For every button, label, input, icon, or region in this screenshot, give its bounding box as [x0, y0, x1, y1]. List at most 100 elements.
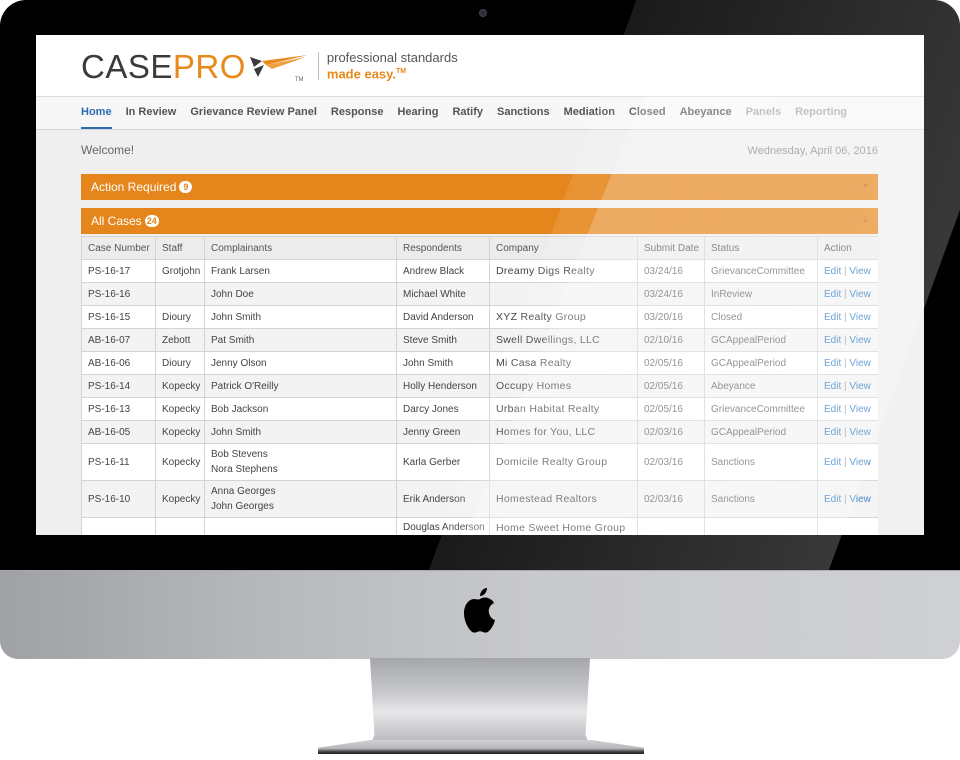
- logo-divider: [317, 52, 319, 80]
- cell-staff: Dioury: [155, 305, 205, 329]
- complainant-name: Nora Stephens: [211, 464, 278, 475]
- welcome-text: Welcome!: [81, 143, 135, 157]
- cell-status: GrievanceCommittee: [704, 397, 818, 421]
- cell-action: Edit | View: [817, 282, 878, 306]
- edit-link[interactable]: Edit: [824, 381, 841, 392]
- cell-staff: [155, 282, 205, 306]
- cell-status: [704, 517, 818, 535]
- cell-case-number: PS-16-15: [81, 305, 156, 329]
- column-header-staff[interactable]: Staff: [155, 236, 205, 260]
- tagline-trademark: TM: [396, 67, 407, 75]
- cell-company: Homestead Realtors: [489, 480, 638, 518]
- column-header-action[interactable]: Action: [817, 236, 878, 260]
- edit-link[interactable]: Edit: [824, 427, 841, 438]
- table-row[interactable]: PS-16-11 Kopecky Bob Stevens Nora Stephens K…: [81, 443, 878, 481]
- cell-submit-date: 02/05/16: [637, 397, 705, 421]
- cell-submit-date: 02/03/16: [637, 443, 705, 481]
- edit-link[interactable]: Edit: [824, 289, 841, 300]
- table-row[interactable]: Douglas Anderson Home Sweet Home Group: [81, 517, 878, 535]
- cell-action: Edit | View: [817, 305, 878, 329]
- logo-trademark: TM: [294, 77, 304, 83]
- view-link[interactable]: View: [849, 335, 871, 346]
- cell-complainants: John Doe: [204, 282, 397, 306]
- cell-case-number: PS-16-16: [81, 282, 156, 306]
- cell-action: Edit | View: [817, 420, 878, 444]
- cell-submit-date: 02/10/16: [637, 328, 705, 352]
- nav-tab-closed[interactable]: Closed: [629, 97, 666, 129]
- cell-respondents: David Anderson: [396, 305, 490, 329]
- cell-respondents: John Smith: [396, 351, 490, 375]
- edit-link[interactable]: Edit: [824, 266, 841, 277]
- view-link[interactable]: View: [849, 266, 871, 277]
- view-link[interactable]: View: [849, 427, 871, 438]
- cell-case-number: PS-16-11: [81, 443, 156, 481]
- column-header-respondents[interactable]: Respondents: [396, 236, 490, 260]
- table-row[interactable]: PS-16-14 Kopecky Patrick O'Reilly Holly Hen…: [81, 374, 878, 398]
- nav-tab-in-review[interactable]: In Review: [126, 97, 177, 129]
- cell-staff: [155, 517, 205, 535]
- cell-respondents: Andrew Black: [396, 259, 490, 283]
- view-link[interactable]: View: [849, 381, 871, 392]
- current-date: Wednesday, April 06, 2016: [747, 145, 878, 157]
- table-row[interactable]: PS-16-16 John Doe Michael White 03/24/16 InR…: [81, 282, 878, 306]
- nav-tab-panels[interactable]: Panels: [746, 97, 781, 129]
- chevron-down-icon[interactable]: ▼: [862, 174, 869, 200]
- table-row[interactable]: PS-16-17 Grotjohn Frank Larsen Andrew Black…: [81, 259, 878, 283]
- cell-staff: Kopecky: [155, 420, 205, 444]
- edit-link[interactable]: Edit: [824, 358, 841, 369]
- view-link[interactable]: View: [849, 358, 871, 369]
- nav-tab-hearing[interactable]: Hearing: [397, 97, 438, 129]
- edit-link[interactable]: Edit: [824, 335, 841, 346]
- chevron-up-icon[interactable]: ▲: [862, 208, 869, 234]
- casepro-logo[interactable]: CASE PRO TM professional standards made e…: [81, 49, 458, 84]
- column-header-complainants[interactable]: Complainants: [204, 236, 397, 260]
- column-header-submit-date[interactable]: Submit Date: [637, 236, 705, 260]
- view-link[interactable]: View: [849, 457, 871, 468]
- cell-company: Dreamy Digs Realty: [489, 259, 638, 283]
- view-link[interactable]: View: [849, 289, 871, 300]
- action-required-panel-header[interactable]: Action Required 9 ▼: [81, 174, 878, 200]
- cell-staff: Grotjohn: [155, 259, 205, 283]
- nav-tab-ratify[interactable]: Ratify: [452, 97, 483, 129]
- cell-action: Edit | View: [817, 480, 878, 518]
- all-cases-panel-header[interactable]: All Cases 24 ▲: [81, 208, 878, 234]
- cell-staff: Kopecky: [155, 443, 205, 481]
- table-row[interactable]: AB-16-07 Zebott Pat Smith Steve Smith Swell …: [81, 328, 878, 352]
- cell-company: XYZ Realty Group: [489, 305, 638, 329]
- action-separator: |: [844, 334, 847, 346]
- cell-case-number: AB-16-07: [81, 328, 156, 352]
- cell-respondents: Erik Anderson: [396, 480, 490, 518]
- table-row[interactable]: PS-16-13 Kopecky Bob Jackson Darcy Jones Urb…: [81, 397, 878, 421]
- cell-action: Edit | View: [817, 374, 878, 398]
- cell-submit-date: 02/03/16: [637, 480, 705, 518]
- nav-tab-abeyance[interactable]: Abeyance: [680, 97, 732, 129]
- nav-tab-response[interactable]: Response: [331, 97, 384, 129]
- nav-tab-grievance-review-panel[interactable]: Grievance Review Panel: [190, 97, 317, 129]
- edit-link[interactable]: Edit: [824, 312, 841, 323]
- cell-case-number: PS-16-14: [81, 374, 156, 398]
- nav-tab-mediation[interactable]: Mediation: [564, 97, 615, 129]
- cell-company: Urban Habitat Realty: [489, 397, 638, 421]
- nav-tab-reporting[interactable]: Reporting: [795, 97, 847, 129]
- table-row[interactable]: PS-16-10 Kopecky Anna Georges John Georges E…: [81, 480, 878, 518]
- cell-submit-date: 02/05/16: [637, 374, 705, 398]
- column-header-company[interactable]: Company: [489, 236, 638, 260]
- cell-complainants: Anna Georges John Georges: [204, 480, 397, 518]
- nav-items: Home In Review Grievance Review Panel Respo…: [81, 97, 861, 129]
- nav-tab-sanctions[interactable]: Sanctions: [497, 97, 550, 129]
- action-separator: |: [844, 357, 847, 369]
- nav-tab-home[interactable]: Home: [81, 97, 112, 129]
- view-link[interactable]: View: [849, 404, 871, 415]
- edit-link[interactable]: Edit: [824, 457, 841, 468]
- view-link[interactable]: View: [849, 312, 871, 323]
- cell-action: Edit | View: [817, 351, 878, 375]
- column-header-status[interactable]: Status: [704, 236, 818, 260]
- view-link[interactable]: View: [849, 494, 871, 505]
- table-row[interactable]: PS-16-15 Dioury John Smith David Anderson XY…: [81, 305, 878, 329]
- table-row[interactable]: AB-16-05 Kopecky John Smith Jenny Green Home…: [81, 420, 878, 444]
- edit-link[interactable]: Edit: [824, 494, 841, 505]
- edit-link[interactable]: Edit: [824, 404, 841, 415]
- column-header-case-number[interactable]: Case Number: [81, 236, 156, 260]
- cell-action: Edit | View: [817, 397, 878, 421]
- table-row[interactable]: AB-16-06 Dioury Jenny Olson John Smith Mi Ca…: [81, 351, 878, 375]
